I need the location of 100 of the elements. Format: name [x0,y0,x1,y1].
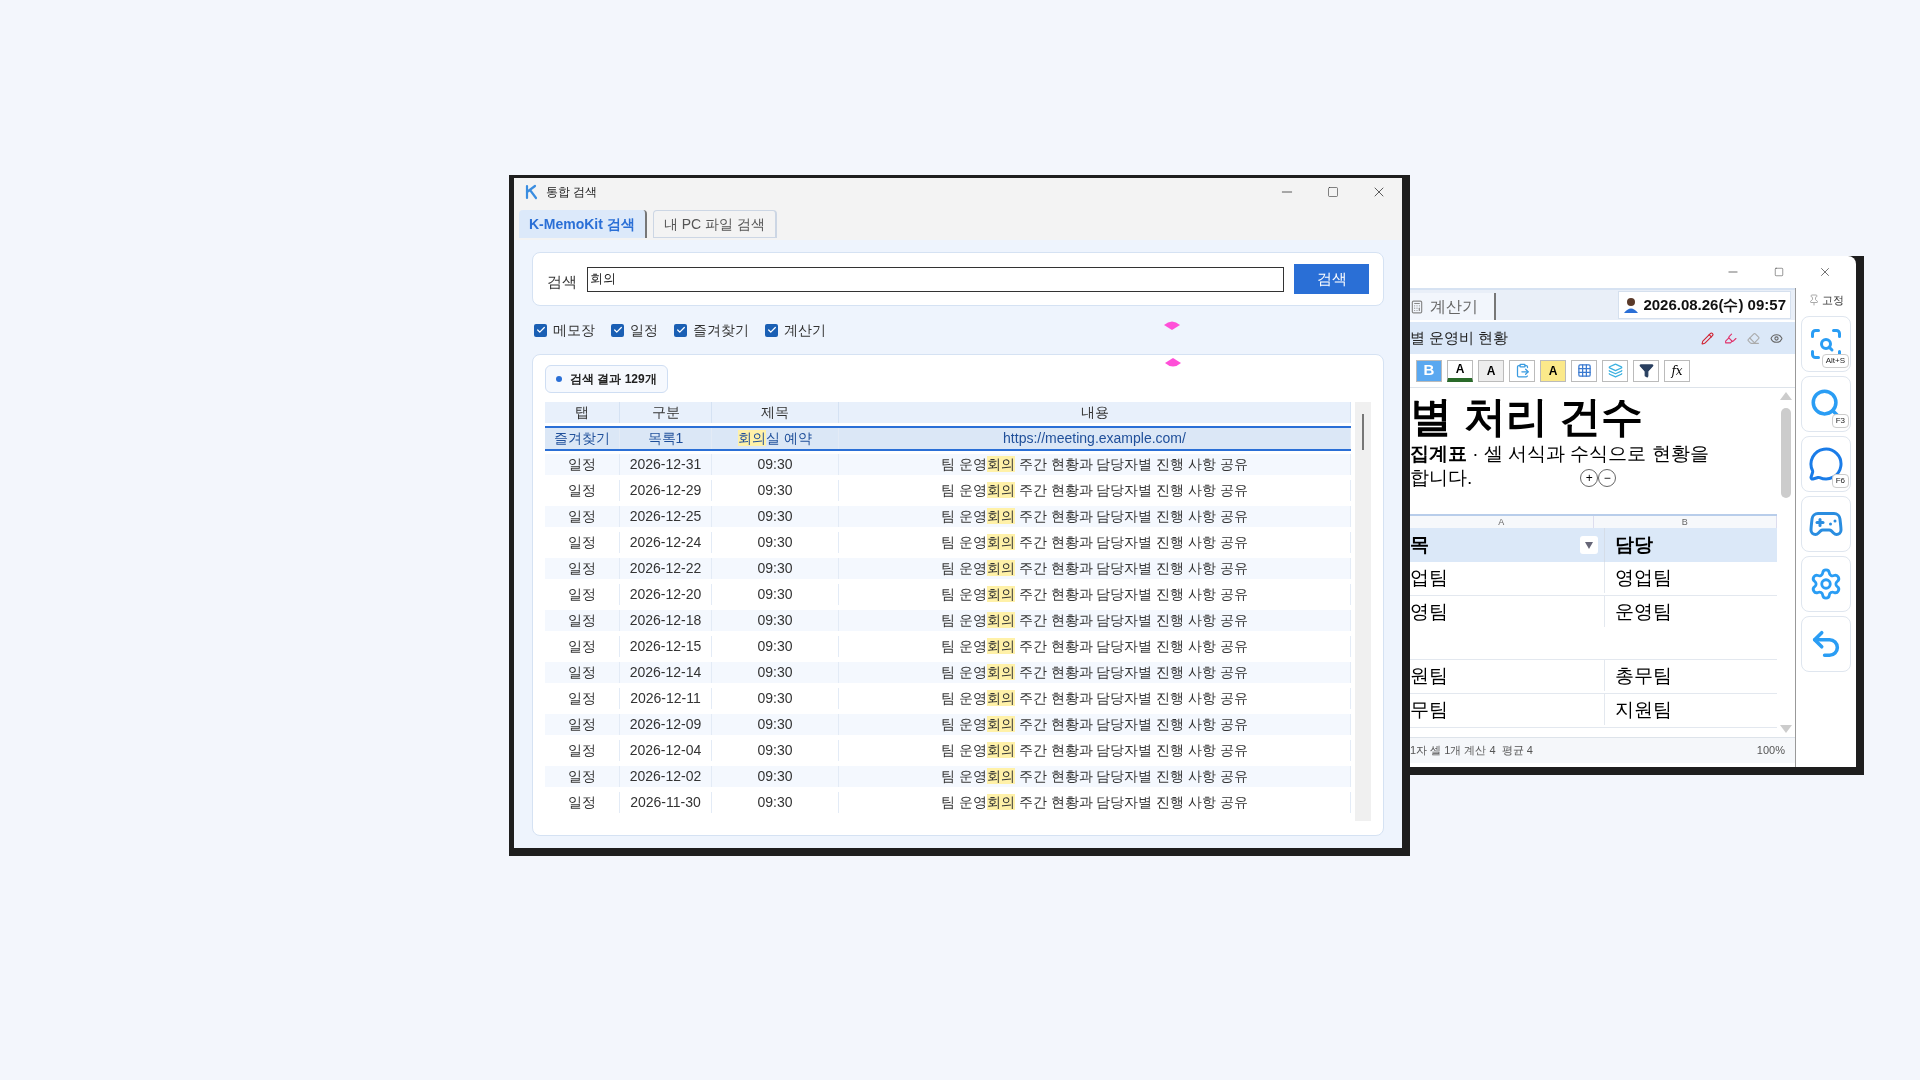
table-row[interactable]: 일정 2026-12-31 09:30 팀 운영 회의 주간 현황과 담당자별 진행 사항 공유 [545,454,1351,475]
side-button[interactable]: Alt+S [1801,316,1851,372]
close-icon[interactable] [1818,265,1832,279]
table-cell: 일정 [545,766,620,787]
dropdown-caret-icon[interactable] [1585,541,1593,549]
table-cell: 일정 [545,584,620,605]
column-header[interactable]: 내용 [839,402,1351,423]
filter-icon[interactable] [1633,359,1659,382]
checkbox-label: 일정 [630,320,658,340]
search-button[interactable]: 검색 [1294,264,1369,294]
table-cell: 회의 실 예약 [712,428,839,449]
marker-icon [1165,357,1181,367]
table-cell: 09:30 [712,636,839,657]
pin-icon[interactable] [1808,294,1820,306]
table-cell: 팀 운영 회의 주간 현황과 담당자별 진행 사항 공유 [839,584,1351,605]
side-button[interactable] [1801,616,1851,672]
side-button[interactable]: F6 [1801,436,1851,492]
side-button[interactable]: F3 [1801,376,1851,432]
formula-button[interactable]: fx [1664,359,1690,382]
table-row[interactable]: 일정 2026-12-22 09:30 팀 운영 회의 주간 현황과 담당자별 진행 사항 공유 [545,558,1351,579]
chat-bubble-icon [1808,446,1844,482]
table-cell: 일정 [545,506,620,527]
table-cell: 팀 운영 회의 주간 현황과 담당자별 진행 사항 공유 [839,740,1351,761]
table-row[interactable]: 일정 2026-12-09 09:30 팀 운영 회의 주간 현황과 담당자별 진행 사항 공유 [545,714,1351,735]
table-cell: 2026-12-09 [620,714,712,735]
maximize-icon[interactable] [1327,186,1339,198]
tab[interactable]: 계산기 [1410,293,1496,320]
sheet-cell-text: 운영팀 [1614,600,1673,624]
table-cell: 2026-12-11 [620,688,712,709]
table-cell: 팀 운영 회의 주간 현황과 담당자별 진행 사항 공유 [839,610,1351,631]
table-cell: 2026-12-31 [620,454,712,475]
side-button[interactable] [1801,556,1851,612]
shortcut-badge: F3 [1831,414,1849,428]
maximize-icon[interactable] [1774,267,1784,277]
table-cell: 2026-12-29 [620,480,712,501]
table-cell: 2026-12-04 [620,740,712,761]
table-cell: 일정 [545,480,620,501]
table-cell: 팀 운영 회의 주간 현황과 담당자별 진행 사항 공유 [839,506,1351,527]
zoom-button[interactable]: + [1580,469,1599,487]
table-cell: 팀 운영 회의 주간 현황과 담당자별 진행 사항 공유 [839,714,1351,735]
table-row[interactable]: 일정 2026-12-18 09:30 팀 운영 회의 주간 현황과 담당자별 진행 사항 공유 [545,610,1351,631]
table-cell: 09:30 [712,506,839,527]
table-row[interactable]: 일정 2026-12-25 09:30 팀 운영 회의 주간 현황과 담당자별 진행 사항 공유 [545,506,1351,527]
shade-button[interactable]: A [1478,359,1504,382]
pin-label[interactable]: 고정 [1822,291,1844,309]
eraser-icon[interactable] [1747,331,1760,345]
checkbox[interactable] [674,323,687,337]
tab[interactable]: 내 PC 파일 검색 [652,210,777,238]
table-cell: 팀 운영 회의 주간 현황과 담당자별 진행 사항 공유 [839,454,1351,475]
table-cell: 09:30 [712,740,839,761]
highlight-button[interactable]: A [1540,359,1566,382]
column-header[interactable]: 탭 [545,402,620,423]
checkbox[interactable] [611,323,624,337]
table-cell: 일정 [545,636,620,657]
table-cell: 일정 [545,610,620,631]
side-button[interactable] [1801,496,1851,552]
scrollbar[interactable] [1355,402,1371,821]
marker-icon[interactable] [1724,331,1737,345]
table-cell: 2026-12-18 [620,610,712,631]
sheet-header-cell-text: 목 [1410,532,1429,557]
window-title: 통합 검색 [546,184,598,201]
table-cell: 팀 운영 회의 주간 현황과 담당자별 진행 사항 공유 [839,558,1351,579]
table-cell: 2026-12-22 [620,558,712,579]
checkbox-label: 메모장 [553,320,595,340]
calculator-icon [1410,299,1424,314]
table-cell: 09:30 [712,480,839,501]
paste-icon[interactable] [1509,359,1535,382]
grid-icon[interactable] [1571,359,1597,382]
table-cell: 팀 운영 회의 주간 현황과 담당자별 진행 사항 공유 [839,662,1351,683]
font-color-button[interactable]: A [1447,359,1473,382]
zoom-button[interactable]: − [1598,469,1617,487]
table-cell: 09:30 [712,558,839,579]
tab[interactable]: K-MemoKit 검색 [519,210,647,238]
datetime-badge: 2026.08.26(수) 09:57 [1618,291,1791,319]
search-field[interactable]: 회의 [587,266,1284,292]
checkbox[interactable] [534,323,547,337]
table-row[interactable]: 즐겨찾기 목록1 회의 실 예약 https://meeting.example.com/ [545,428,1351,449]
scrollbar-thumb[interactable] [1781,408,1791,498]
column-header[interactable]: 제목 [712,402,839,423]
table-cell: 2026-11-30 [620,792,712,813]
bullet-icon [556,376,562,382]
table-cell: 팀 운영 회의 주간 현황과 담당자별 진행 사항 공유 [839,792,1351,813]
pencil-icon[interactable] [1701,331,1714,345]
table-cell: 일정 [545,714,620,735]
table-cell: 09:30 [712,714,839,735]
checkbox[interactable] [765,323,778,337]
note-heading: 별 처리 건수 [1410,392,1645,442]
eye-icon[interactable] [1770,331,1783,345]
table-cell: 09:30 [712,454,839,475]
table-row[interactable]: 일정 2026-12-14 09:30 팀 운영 회의 주간 현황과 담당자별 진행 사항 공유 [545,662,1351,683]
sheet-cell-text: 총무팀 [1614,664,1673,688]
table-cell: 팀 운영 회의 주간 현황과 담당자별 진행 사항 공유 [839,766,1351,787]
checkbox-label: 즐겨찾기 [693,320,749,340]
table-cell: 목록1 [620,428,712,449]
note-text: 집계표 · 셀 서식과 수식으로 현황을 [1410,442,1710,466]
table-cell: 2026-12-15 [620,636,712,657]
column-header[interactable]: 구분 [620,402,712,423]
table-cell: 09:30 [712,662,839,683]
layers-icon[interactable] [1602,359,1628,382]
table-row[interactable]: 일정 2026-12-02 09:30 팀 운영 회의 주간 현황과 담당자별 진행 사항 공유 [545,766,1351,787]
